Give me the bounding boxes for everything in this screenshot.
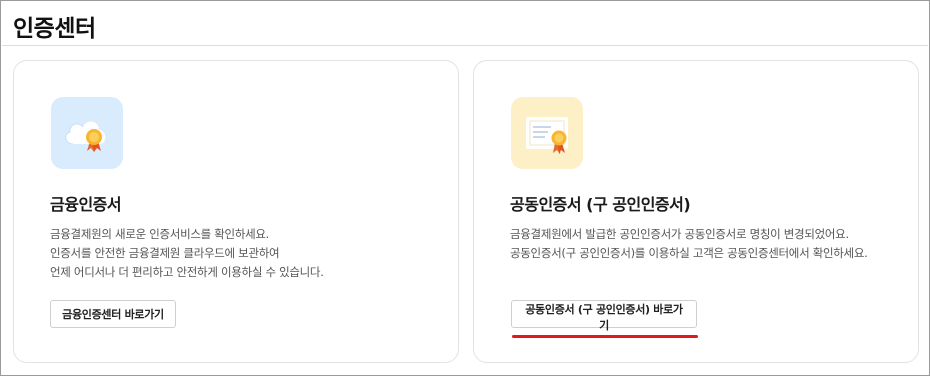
title-divider xyxy=(2,45,928,46)
cloud-certificate-icon xyxy=(51,97,123,169)
description-line: 공동인증서(구 공인인증서)를 이용하실 고객은 공동인증센터에서 확인하세요. xyxy=(510,246,868,260)
highlight-underline xyxy=(512,335,698,338)
card-title: 금융인증서 xyxy=(50,195,122,214)
card-description: 금융결제원에서 발급한 공인인증서가 공동인증서로 명칭이 변경되었어요. 공동… xyxy=(510,225,890,263)
financial-certificate-center-button[interactable]: 금융인증센터 바로가기 xyxy=(50,300,176,328)
description-line: 인증서를 안전한 금융결제원 클라우드에 보관하여 xyxy=(50,246,280,260)
document-certificate-icon xyxy=(511,97,583,169)
page-title: 인증센터 xyxy=(13,16,96,42)
card-description: 금융결제원의 새로운 인증서비스를 확인하세요. 인증서를 안전한 금융결제원 … xyxy=(50,225,430,282)
description-line: 언제 어디서나 더 편리하고 안전하게 이용하실 수 있습니다. xyxy=(50,265,324,279)
joint-certificate-card: 공동인증서 (구 공인인증서) 금융결제원에서 발급한 공인인증서가 공동인증서… xyxy=(473,60,919,363)
description-line: 금융결제원에서 발급한 공인인증서가 공동인증서로 명칭이 변경되었어요. xyxy=(510,227,849,241)
description-line: 금융결제원의 새로운 인증서비스를 확인하세요. xyxy=(50,227,270,241)
financial-certificate-card: 금융인증서 금융결제원의 새로운 인증서비스를 확인하세요. 인증서를 안전한 … xyxy=(13,60,459,363)
certificate-center-page: 인증센터 금융인증서 금융결제원의 새로운 인증서비스를 확인하세요. 인증서를… xyxy=(0,0,930,376)
joint-certificate-button[interactable]: 공동인증서 (구 공인인증서) 바로가기 xyxy=(511,300,697,332)
card-title: 공동인증서 (구 공인인증서) xyxy=(510,195,691,214)
